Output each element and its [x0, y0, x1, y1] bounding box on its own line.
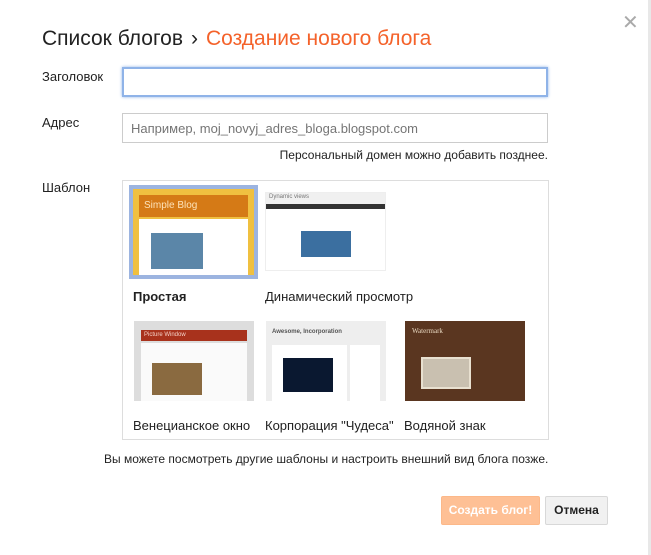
breadcrumb: Список блогов › Создание нового блога	[42, 27, 431, 51]
thumb-photo	[151, 233, 203, 269]
template-thumb-picture-window[interactable]: Picture Window	[134, 321, 254, 401]
title-label: Заголовок	[42, 69, 104, 84]
template-name[interactable]: Динамический просмотр	[265, 289, 413, 304]
template-thumb-simple[interactable]: Simple Blog	[129, 185, 258, 279]
address-label: Адрес	[42, 115, 80, 130]
thumb-photo	[301, 231, 351, 257]
template-thumb-awesome[interactable]: Awesome, Incorporation	[266, 321, 386, 401]
page-title: Создание нового блога	[206, 27, 432, 50]
thumb-photo	[283, 358, 333, 392]
template-label: Шаблон	[42, 180, 91, 195]
cancel-button[interactable]: Отмена	[545, 496, 608, 525]
address-hint: Персональный домен можно добавить поздне…	[279, 148, 548, 162]
footer-note: Вы можете посмотреть другие шаблоны и на…	[104, 452, 549, 466]
breadcrumb-parent[interactable]: Список блогов	[42, 27, 183, 50]
create-blog-button[interactable]: Создать блог!	[441, 496, 540, 525]
thumb-photo	[152, 363, 202, 395]
address-input[interactable]	[122, 113, 548, 143]
template-name[interactable]: Водяной знак	[404, 418, 486, 433]
close-icon[interactable]: ✕	[622, 10, 639, 35]
template-name[interactable]: Простая	[133, 289, 186, 304]
thumb-photo	[421, 357, 471, 389]
template-name[interactable]: Корпорация "Чудеса"	[265, 418, 394, 433]
template-thumb-dynamic[interactable]: Dynamic views	[265, 192, 386, 271]
template-thumb-watermark[interactable]: Watermark	[405, 321, 525, 401]
breadcrumb-separator: ›	[191, 27, 198, 50]
template-name[interactable]: Венецианское окно	[133, 418, 250, 433]
title-input[interactable]	[122, 67, 548, 97]
